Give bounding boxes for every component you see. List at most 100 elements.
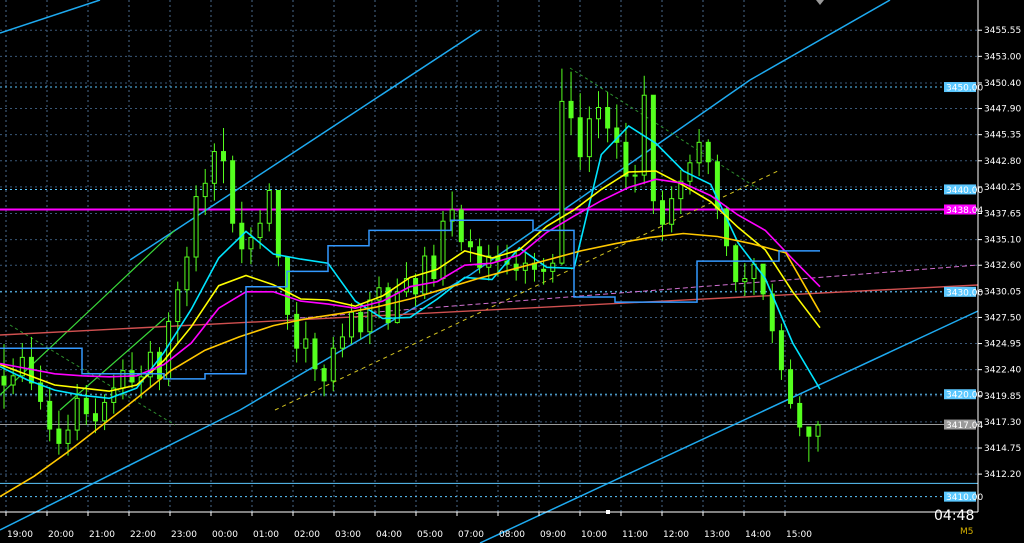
candle-body [660,200,666,225]
candle-body [669,198,675,225]
channel-line [479,310,979,543]
y-tick-label: 3427.50 [984,313,1021,323]
candle-body [102,401,108,422]
candle-body [92,413,98,422]
level-label: 3430.00 [946,288,983,298]
y-tick-label: 3450.40 [984,79,1021,89]
candle-body [778,330,784,371]
candle-body [577,117,583,158]
y-tick-label: 3435.10 [984,236,1021,246]
x-tick-label: 05:00 [417,530,443,540]
candle-body [275,189,281,258]
x-tick-label: 23:00 [171,530,197,540]
level-label: 3410.00 [946,493,983,503]
candle-body [321,368,327,382]
candle-body [266,189,272,224]
trading-chart[interactable]: 19:00 20:00 21:00 22:00 23:00 00:00 01:00 02:00… [0,0,1024,543]
x-tick-label: 10:00 [581,530,607,540]
candle-body [595,107,601,120]
candle-body [166,321,172,380]
timeframe-label: M5 [960,527,974,537]
level-label: 3420.00 [946,391,983,401]
candle-body [47,400,53,430]
candle-body [623,141,629,177]
x-tick-label: 01:00 [253,530,279,540]
overlay-extras: 04:48 M5 [934,508,974,537]
level-label: 3440.00 [946,186,983,196]
candle-body [193,196,199,258]
x-tick-label: 03:00 [335,530,361,540]
chart-svg[interactable]: 19:00 20:00 21:00 22:00 23:00 00:00 01:00 02:00… [0,0,1024,543]
x-tick-label: 00:00 [212,530,238,540]
scroll-marker [606,510,610,514]
candle-body [705,141,711,163]
candle-body [349,311,355,338]
x-tick-label: 02:00 [294,530,320,540]
candle-body [632,174,638,177]
y-tick-label: 3437.65 [984,210,1021,220]
candle-body [742,278,748,283]
y-tick-label: 3417.30 [984,418,1021,428]
candle-body [733,245,739,283]
candle-body [56,428,62,444]
candle-body [257,222,263,239]
indicator-lines [0,124,821,498]
candle-body [687,162,693,182]
candle-body [74,397,80,431]
candle-body [815,424,821,437]
y-tick-label: 3430.05 [984,287,1021,297]
candle-body [1,375,7,386]
candle-body [788,369,794,404]
x-tick-label: 09:00 [540,530,566,540]
candle-body [797,402,803,428]
candle-body [248,237,254,250]
y-tick-label: 3432.60 [984,261,1021,271]
shift-marker [816,0,824,5]
candle-body [568,100,574,119]
candle-body [467,241,473,248]
y-tick-label: 3442.80 [984,157,1021,167]
candle-body [422,255,428,295]
candle-body [760,263,766,295]
candle-body [605,107,611,129]
x-tick-label: 21:00 [89,530,115,540]
level-label: 3417.04 [946,421,983,431]
candle-body [175,289,181,323]
candle-body [10,375,16,386]
countdown-timer: 04:48 [934,508,974,524]
y-tick-label: 3424.95 [984,340,1021,350]
candle-body [358,311,364,333]
level-label: 3438.04 [946,206,983,216]
y-tick-label: 3447.90 [984,105,1021,115]
y-tick-label: 3455.55 [984,26,1021,36]
candle-body [541,268,547,272]
y-tick-label: 3419.85 [984,392,1021,402]
red-trend-line [0,284,979,336]
x-tick-label: 22:00 [130,530,156,540]
y-tick-label: 3412.20 [984,470,1021,480]
candle-body [650,94,656,202]
x-tick-label: 11:00 [622,530,648,540]
level-label: 3450.00 [946,84,983,94]
x-tick-label: 12:00 [663,530,689,540]
y-tick-label: 3440.25 [984,183,1021,193]
x-tick-label: 13:00 [704,530,730,540]
x-tick-label: 14:00 [745,530,771,540]
y-tick-label: 3422.40 [984,366,1021,376]
y-tick-label: 3445.35 [984,131,1021,141]
x-tick-label: 19:00 [7,530,33,540]
candle-body [83,397,89,415]
yellow-dashed-line [274,169,781,411]
channel-line [749,0,891,81]
candle-body [431,255,437,280]
x-tick-label: 20:00 [48,530,74,540]
candle-body [586,118,592,158]
x-tick-label: 07:00 [458,530,484,540]
x-tick-label: 08:00 [499,530,525,540]
candle-body [211,151,217,184]
channel-line [239,274,471,411]
candle-body [696,141,702,164]
x-tick-label: 15:00 [786,530,812,540]
candle-body [230,160,236,224]
candle-body [221,151,227,162]
